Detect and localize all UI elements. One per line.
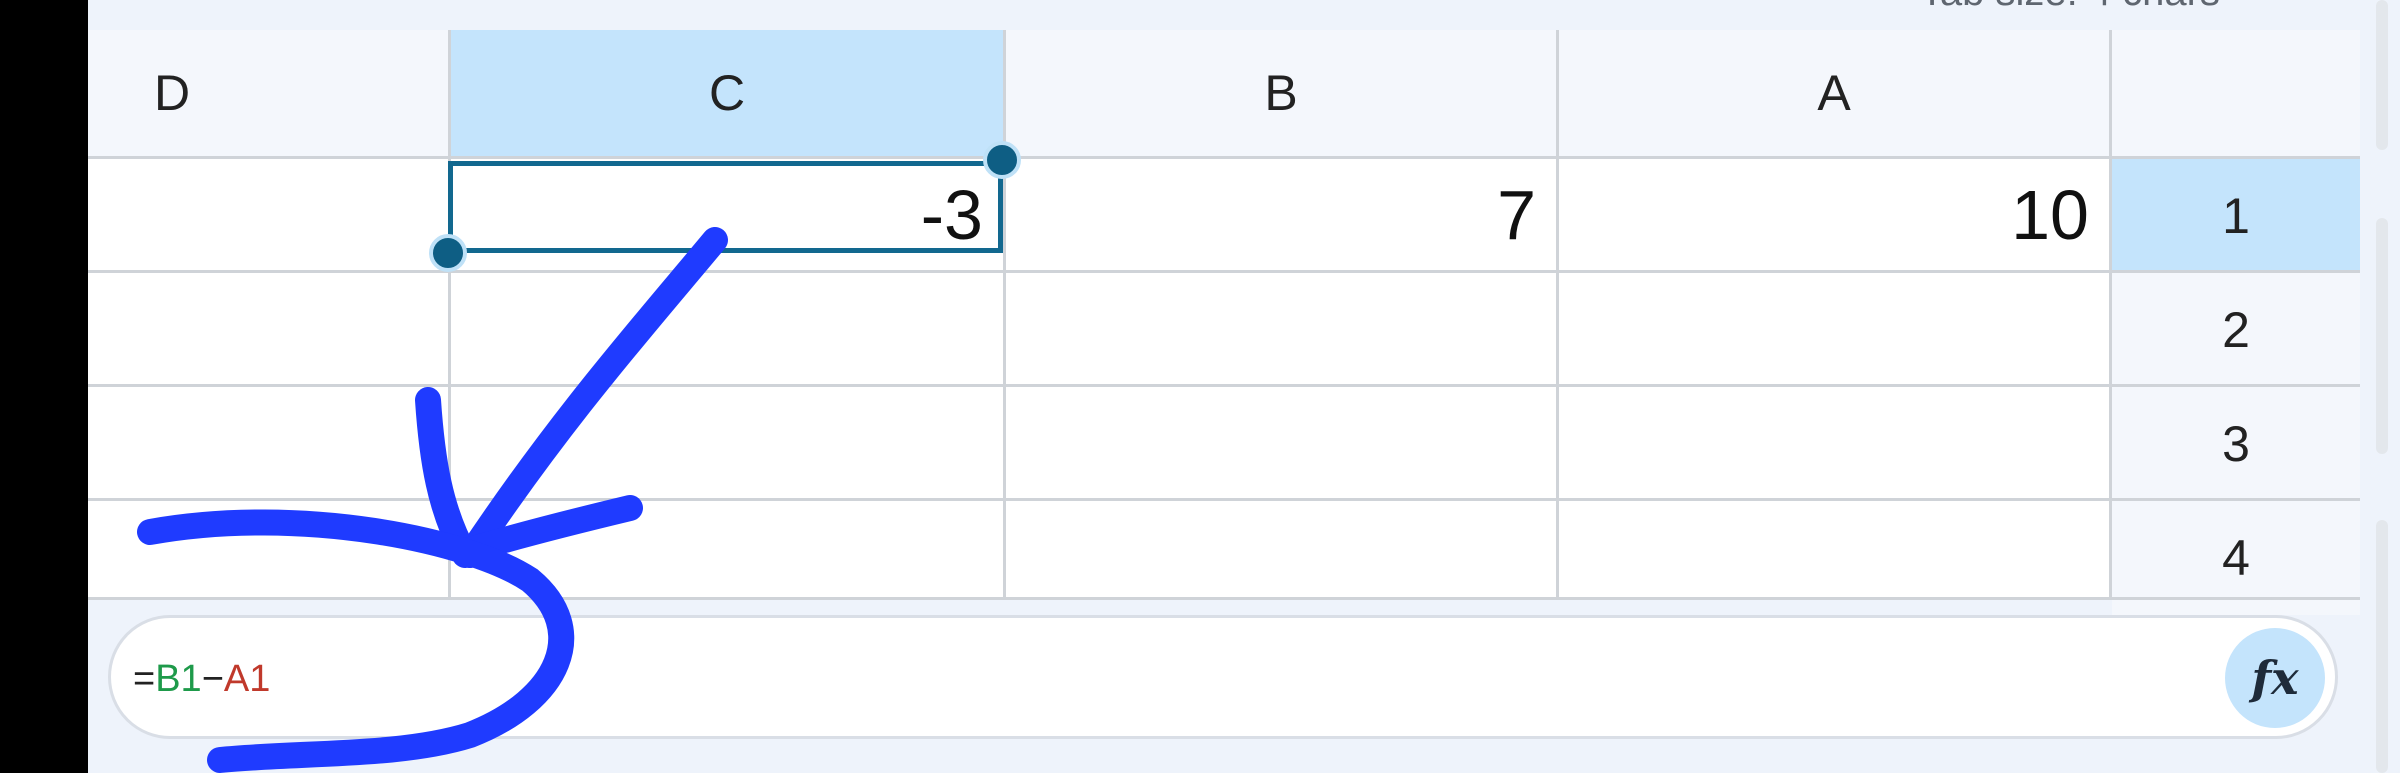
column-header-label: C	[708, 65, 746, 121]
formula-ref-a1: A1	[223, 658, 271, 700]
scrollbar[interactable]	[2376, 218, 2388, 454]
cell-a3[interactable]	[1559, 387, 2109, 498]
column-header-b[interactable]: B	[1006, 30, 1559, 156]
fx-label: fx	[2251, 651, 2299, 705]
cell-a4[interactable]	[1559, 501, 2109, 612]
formula-ref-b1: B1	[155, 658, 202, 700]
cell-b1[interactable]: 7	[1006, 159, 1556, 270]
column-header-c[interactable]: C	[451, 30, 1006, 156]
status-strip: Tab size: 4 chars	[88, 0, 2400, 30]
spreadsheet-grid[interactable]: D C B A 1 2 3 4 -3 7 10	[88, 30, 2360, 615]
scrollbar[interactable]	[2376, 0, 2388, 150]
cell-c2[interactable]	[451, 273, 1003, 384]
formula-bar[interactable]: =B1−A1 fx	[108, 615, 2338, 739]
device-bezel	[0, 0, 88, 773]
cell-c3[interactable]	[451, 387, 1003, 498]
cell-d1[interactable]	[88, 159, 448, 270]
formula-input[interactable]: =B1−A1	[133, 658, 270, 701]
column-header-a[interactable]: A	[1559, 30, 2112, 156]
cell-b4[interactable]	[1006, 501, 1556, 612]
formula-equals: =	[133, 658, 156, 700]
column-header-label: B	[1264, 65, 1298, 121]
column-header-label: D	[154, 65, 191, 121]
selection-outline	[448, 161, 1003, 253]
row-header-3[interactable]: 3	[2112, 387, 2360, 501]
cell-a1[interactable]: 10	[1559, 159, 2109, 270]
row-header-label: 2	[2222, 302, 2250, 358]
status-text: Tab size: 4 chars	[1920, 0, 2220, 15]
row-header-label: 1	[2222, 188, 2250, 244]
formula-operator: −	[201, 658, 224, 700]
cell-value: 10	[2011, 175, 2089, 254]
column-header-d[interactable]: D	[88, 30, 451, 156]
scrollbar[interactable]	[2376, 520, 2388, 773]
grid-line	[2109, 30, 2112, 600]
cell-b3[interactable]	[1006, 387, 1556, 498]
cell-a2[interactable]	[1559, 273, 2109, 384]
cell-c4[interactable]	[451, 501, 1003, 612]
selection-handle-end[interactable]	[983, 141, 1021, 179]
corner-header[interactable]	[2112, 30, 2360, 156]
row-header-label: 4	[2222, 530, 2250, 586]
column-header-label: A	[1817, 65, 1851, 121]
row-header-1[interactable]: 1	[2112, 159, 2360, 273]
cell-d4[interactable]	[88, 501, 448, 612]
cell-d3[interactable]	[88, 387, 448, 498]
selection-handle-start[interactable]	[429, 234, 467, 272]
function-icon[interactable]: fx	[2225, 628, 2325, 728]
row-header-label: 3	[2222, 416, 2250, 472]
row-header-2[interactable]: 2	[2112, 273, 2360, 387]
cell-value: 7	[1497, 175, 1536, 254]
cell-b2[interactable]	[1006, 273, 1556, 384]
cell-d2[interactable]	[88, 273, 448, 384]
